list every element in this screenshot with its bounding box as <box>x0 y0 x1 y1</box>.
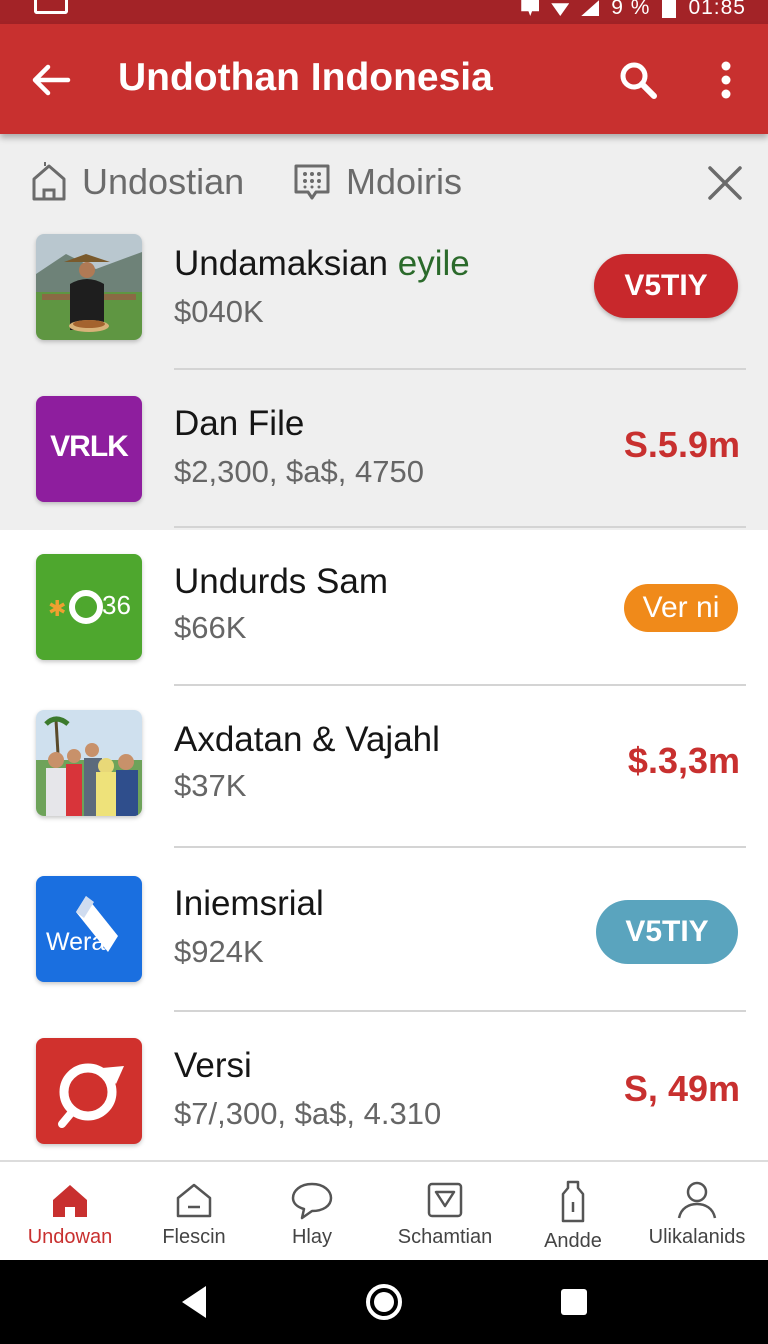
app-logo-thumbnail: ✱ 36 <box>36 554 142 660</box>
signal-icon <box>581 0 600 16</box>
nav-item-andde[interactable]: Andde <box>530 1162 616 1262</box>
bottle-icon <box>561 1180 585 1223</box>
divider <box>174 526 746 528</box>
item-price: $.3,3m <box>627 740 740 781</box>
item-subtitle: $66K <box>174 610 247 645</box>
divider <box>174 846 746 848</box>
bottom-navigation: Undowan Flescin Hlay Schamtian Andde Uli… <box>0 1160 768 1260</box>
back-triangle-icon[interactable] <box>174 1280 218 1324</box>
family-photo-thumbnail <box>36 710 142 816</box>
action-button[interactable]: V5TIY <box>596 900 738 964</box>
home-circle-icon[interactable] <box>362 1280 406 1324</box>
battery-icon <box>662 0 677 18</box>
nav-item-hlay[interactable]: Hlay <box>270 1162 354 1262</box>
item-subtitle: $040K <box>174 294 264 329</box>
item-title: Undurds Sam <box>174 562 388 601</box>
nav-label: Flescin <box>162 1226 226 1248</box>
app-logo-thumbnail <box>36 1038 142 1144</box>
item-title: Axdatan & Vajahl <box>174 720 440 759</box>
list-item[interactable]: ✱ 36 Undurds Sam $66K Ver ni <box>0 550 768 710</box>
item-subtitle: $7/,300, $a$, 4.310 <box>174 1096 442 1131</box>
search-icon[interactable] <box>616 58 660 102</box>
wifi-icon <box>551 3 570 16</box>
item-title: Undamaksian eyile <box>174 244 470 283</box>
item-title-accent: eyile <box>397 244 470 283</box>
filter-row: Undostian Mdoiris <box>0 134 768 230</box>
divider <box>174 684 746 686</box>
close-icon[interactable] <box>706 164 744 202</box>
list-item[interactable]: VRLK Dan File $2,300, $a$, 4750 S.5.9m <box>0 390 768 550</box>
home-icon <box>53 1185 87 1217</box>
nav-label: Schamtian <box>397 1226 493 1248</box>
thumb-logo-text: 36 <box>102 590 131 620</box>
divider <box>174 1010 746 1012</box>
recents-square-icon[interactable] <box>552 1280 596 1324</box>
list-item[interactable]: Axdatan & Vajahl $37K $.3,3m <box>0 706 768 866</box>
chat-bubble-icon <box>291 1182 333 1220</box>
keypad-box-icon <box>294 164 330 200</box>
filter-chip-label: Undostian <box>82 161 245 202</box>
more-options-icon[interactable] <box>708 58 744 102</box>
app-logo-thumbnail: Wera <box>36 876 142 982</box>
app-logo-thumbnail: VRLK <box>36 396 142 502</box>
house-outline-icon <box>176 1183 212 1218</box>
item-title: Iniemsrial <box>174 884 324 923</box>
nav-label: Undowan <box>27 1226 113 1248</box>
svg-text:✱: ✱ <box>48 596 66 621</box>
nav-item-flescin[interactable]: Flescin <box>144 1162 244 1262</box>
app-screen: 9 % 01:85 Undothan Indonesia Undostian M… <box>0 0 768 1344</box>
nav-label: Andde <box>544 1230 602 1252</box>
home-outline-icon <box>32 162 66 201</box>
item-title: Dan File <box>174 404 305 443</box>
nav-label: Hlay <box>291 1226 332 1248</box>
download-box-icon <box>427 1182 463 1218</box>
gallery-notification-icon <box>34 0 68 14</box>
item-price: S, 49m <box>623 1068 740 1109</box>
action-button[interactable]: V5TIY <box>594 254 738 318</box>
thumb-logo-text: VRLK <box>50 430 129 463</box>
nav-item-ulikalanids[interactable]: Ulikalanids <box>640 1162 754 1262</box>
filter-chip-undostian[interactable]: Undostian <box>30 158 244 206</box>
back-arrow-icon[interactable] <box>28 58 72 102</box>
app-bar: Undothan Indonesia <box>0 24 768 134</box>
farmer-photo-thumbnail <box>36 234 142 340</box>
divider <box>174 368 746 370</box>
system-navigation-bar <box>0 1260 768 1344</box>
filter-chip-mdoiris[interactable]: Mdoiris <box>292 158 462 206</box>
action-button[interactable]: Ver ni <box>624 584 738 632</box>
page-title: Undothan Indonesia <box>118 56 493 99</box>
nav-item-undowan[interactable]: Undowan <box>20 1162 120 1262</box>
list-item[interactable]: Wera Iniemsrial $924K V5TIY <box>0 870 768 1030</box>
nav-label: Ulikalanids <box>648 1226 746 1248</box>
thumb-logo-text: Wera <box>46 928 106 956</box>
item-subtitle: $37K <box>174 768 247 803</box>
nav-item-schamtian[interactable]: Schamtian <box>392 1162 498 1262</box>
status-time: 01:85 <box>688 0 746 19</box>
item-subtitle: $2,300, $a$, 4750 <box>174 454 424 489</box>
list-item[interactable]: Undamaksian eyile $040K V5TIY <box>0 230 768 390</box>
person-icon <box>677 1181 717 1219</box>
filter-chip-label: Mdoiris <box>346 161 463 202</box>
status-icons: 9 % 01:85 <box>521 0 746 20</box>
notification-icon <box>521 0 540 16</box>
status-bar: 9 % 01:85 <box>0 0 768 24</box>
item-subtitle: $924K <box>174 934 264 969</box>
item-title: Versi <box>174 1046 252 1085</box>
battery-percent: 9 % <box>611 0 651 19</box>
item-price: S.5.9m <box>623 424 740 465</box>
